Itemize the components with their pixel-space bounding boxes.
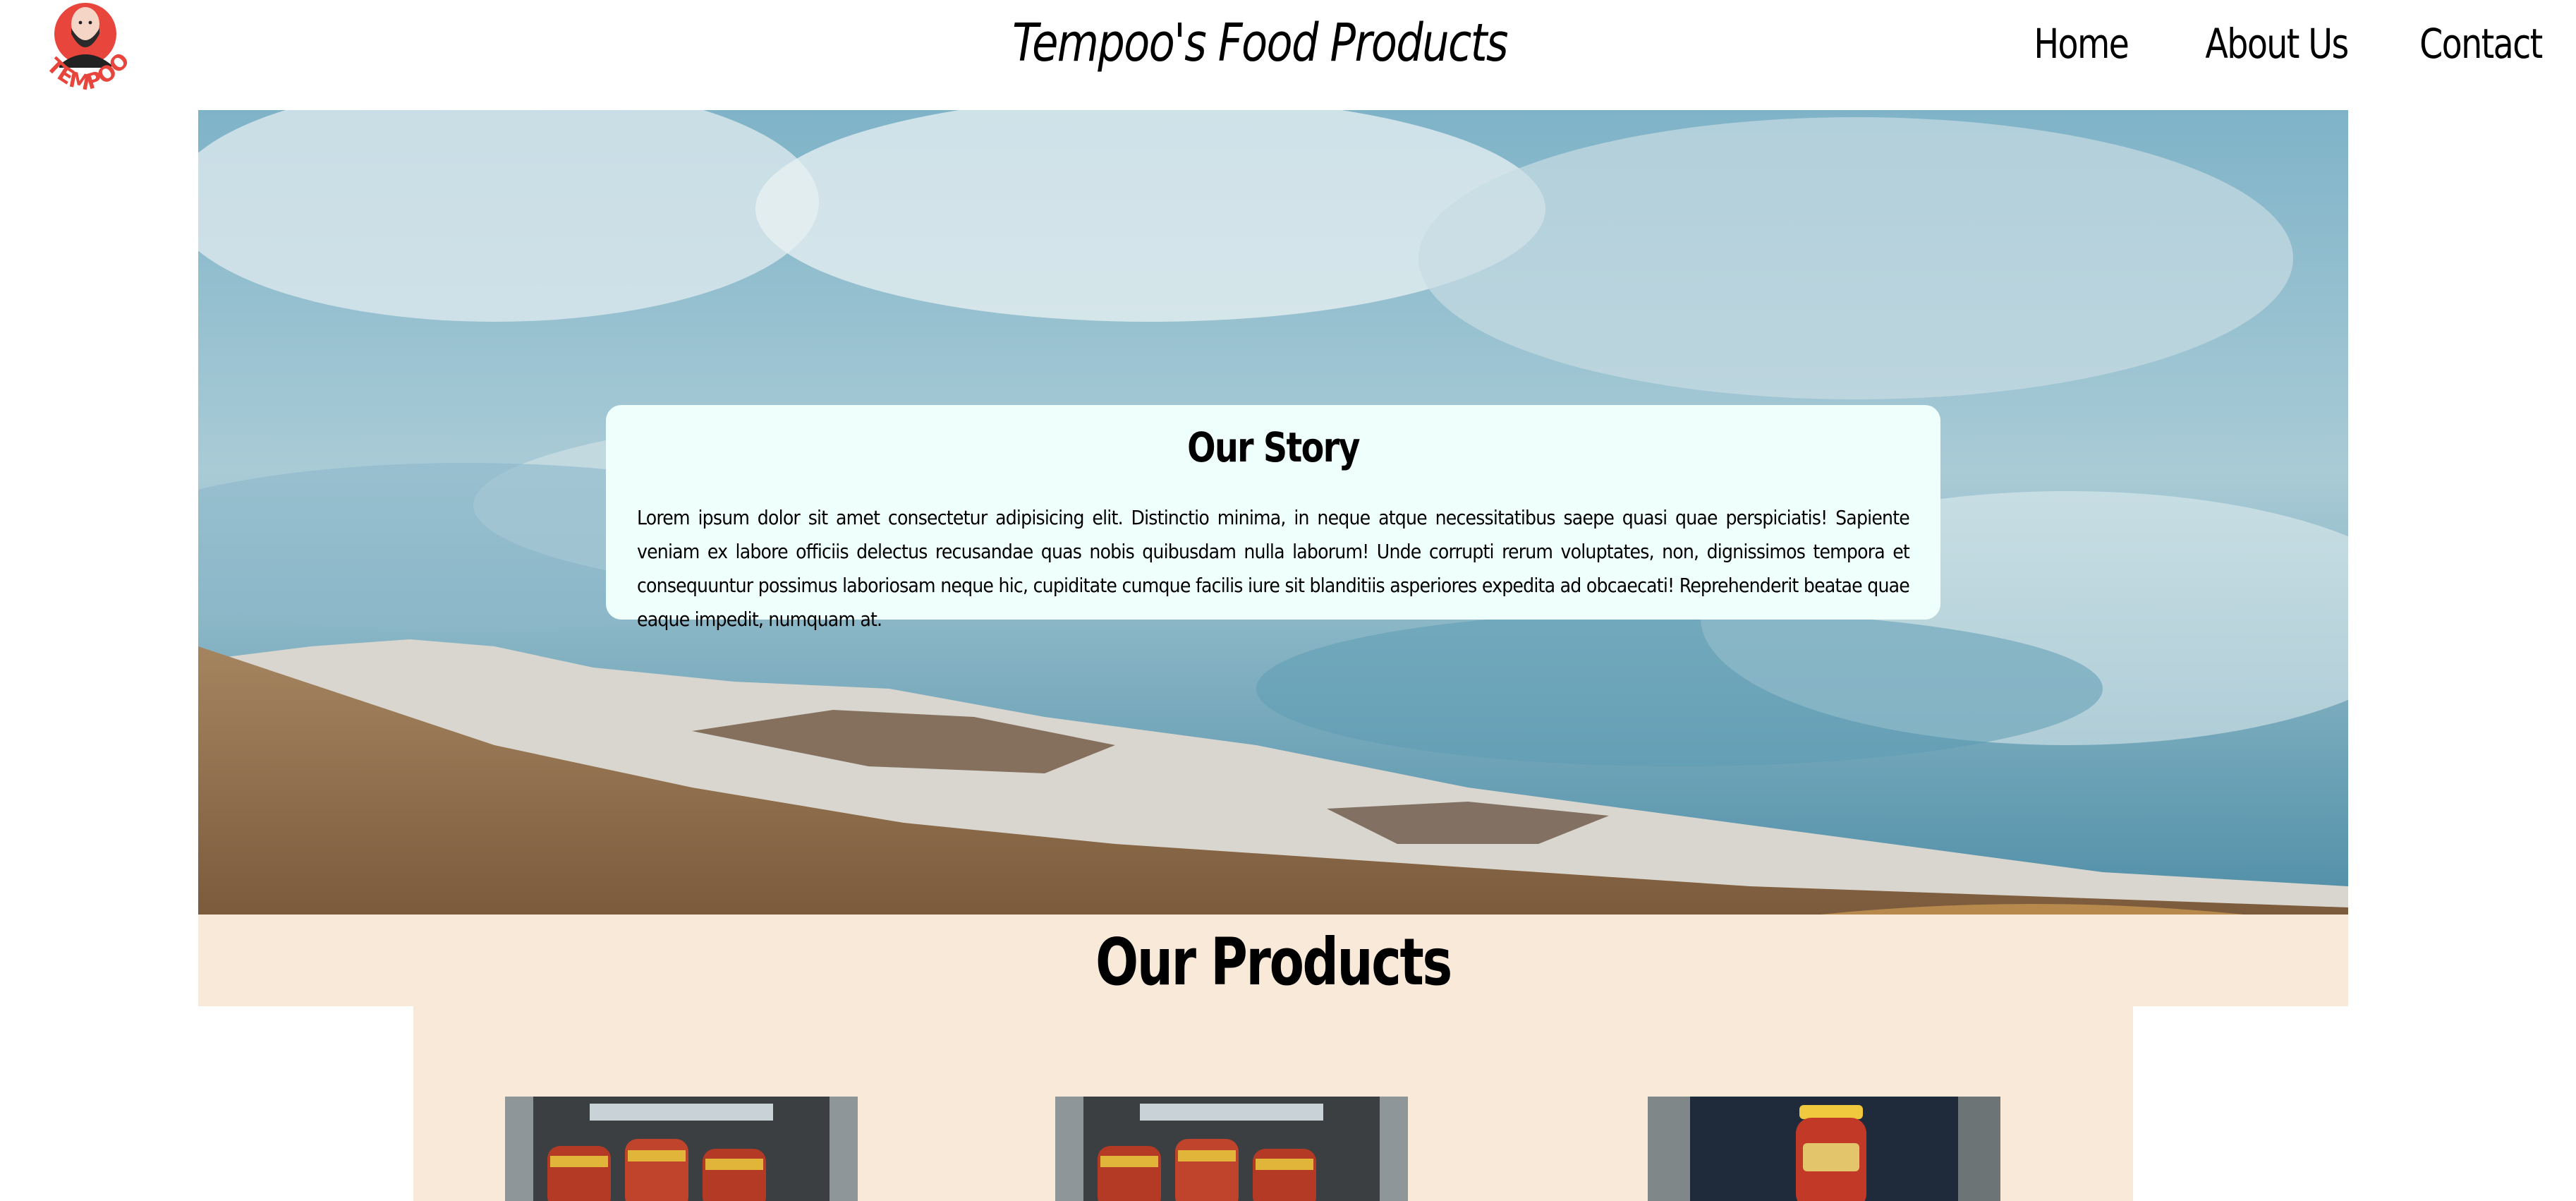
products-grid [413, 1006, 2133, 1201]
product-card-1[interactable] [505, 1097, 858, 1201]
product-card-2[interactable] [1055, 1097, 1408, 1201]
story-text: Lorem ipsum dolor sit amet consectetur a… [637, 506, 1910, 631]
hero-banner: Our Story Lorem ipsum dolor sit amet con… [198, 110, 2348, 915]
nav-contact-link[interactable]: Contact [2419, 20, 2543, 68]
nav-home-link[interactable]: Home [2034, 20, 2130, 68]
brand-logo[interactable]: TEMPOO'S [19, 0, 144, 99]
product-card-3[interactable] [1648, 1097, 2000, 1201]
our-story-card: Our Story Lorem ipsum dolor sit amet con… [606, 405, 1940, 631]
product-jars-image [1055, 1097, 1408, 1201]
nav-about-link[interactable]: About Us [2205, 20, 2349, 68]
story-title: Our Story [1187, 423, 1360, 471]
products-title: Our Products [1095, 924, 1452, 1000]
site-title: Tempoo's Food Products [1012, 13, 1508, 73]
products-header-band: Our Products [198, 915, 2348, 1006]
product-jars-image [505, 1097, 858, 1201]
product-jar-image [1648, 1097, 2000, 1201]
site-header: TEMPOO'S Tempoo's Food Products Home Abo… [0, 0, 2576, 110]
main-nav: Home About Us Contact [2013, 20, 2544, 68]
